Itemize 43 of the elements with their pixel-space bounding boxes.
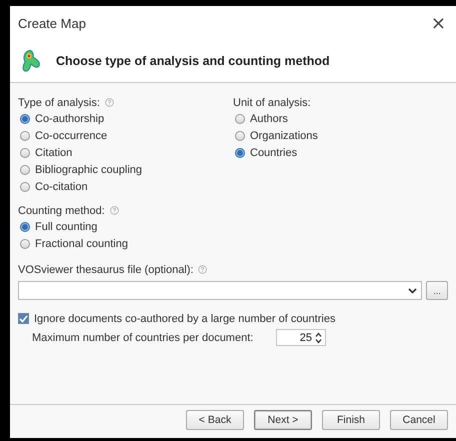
close-button[interactable]: × bbox=[428, 12, 448, 34]
field-label: Maximum number of countries per document: bbox=[32, 332, 254, 344]
radio-button[interactable] bbox=[20, 114, 30, 124]
wizard-button[interactable]: Next > bbox=[254, 410, 312, 430]
checkbox[interactable] bbox=[18, 313, 29, 324]
wizard-button[interactable]: < Back bbox=[186, 410, 244, 430]
wizard-button[interactable]: Finish bbox=[322, 410, 380, 430]
header-title: Choose type of analysis and counting method bbox=[56, 54, 330, 68]
wizard-button[interactable]: Cancel bbox=[390, 410, 448, 430]
radio-button[interactable] bbox=[20, 222, 30, 232]
radio-label: Citation bbox=[35, 146, 72, 158]
browse-button[interactable]: ... bbox=[426, 281, 448, 300]
radio-button[interactable] bbox=[20, 130, 30, 140]
chevron-down-icon bbox=[408, 288, 417, 294]
spin-arrows-icon bbox=[315, 332, 322, 344]
section-label: Counting method: bbox=[18, 204, 105, 216]
radio-label: Countries bbox=[250, 146, 298, 158]
help-icon[interactable] bbox=[110, 206, 119, 215]
section-label: Unit of analysis: bbox=[233, 96, 311, 108]
radio-button[interactable] bbox=[235, 114, 245, 124]
radio-button[interactable] bbox=[20, 238, 30, 248]
section-label: Type of analysis: bbox=[18, 96, 100, 108]
radio-label: Bibliographic coupling bbox=[35, 164, 142, 176]
thesaurus-dropdown[interactable] bbox=[18, 281, 422, 300]
map-logo-icon bbox=[22, 49, 42, 73]
radio-button[interactable] bbox=[235, 130, 245, 140]
radio-label: Fractional counting bbox=[35, 238, 128, 250]
help-icon[interactable] bbox=[104, 98, 114, 107]
radio-button[interactable] bbox=[20, 182, 30, 192]
radio-label: Authors bbox=[250, 112, 288, 124]
window-title: Create Map bbox=[18, 16, 86, 30]
radio-button[interactable] bbox=[20, 164, 30, 174]
radio-label: Co-occurrence bbox=[35, 130, 108, 142]
radio-button[interactable] bbox=[20, 148, 30, 158]
radio-button[interactable] bbox=[235, 148, 245, 158]
checkbox-label: Ignore documents co-authored by a large number of countries bbox=[34, 312, 336, 324]
radio-label: Organizations bbox=[250, 130, 318, 142]
radio-label: Full counting bbox=[35, 220, 98, 232]
help-icon[interactable] bbox=[198, 265, 208, 274]
section-label: VOSviewer thesaurus file (optional): bbox=[18, 264, 194, 276]
radio-label: Co-authorship bbox=[35, 112, 104, 124]
radio-label: Co-citation bbox=[35, 180, 88, 192]
number-spinner[interactable]: 25 bbox=[276, 329, 326, 346]
